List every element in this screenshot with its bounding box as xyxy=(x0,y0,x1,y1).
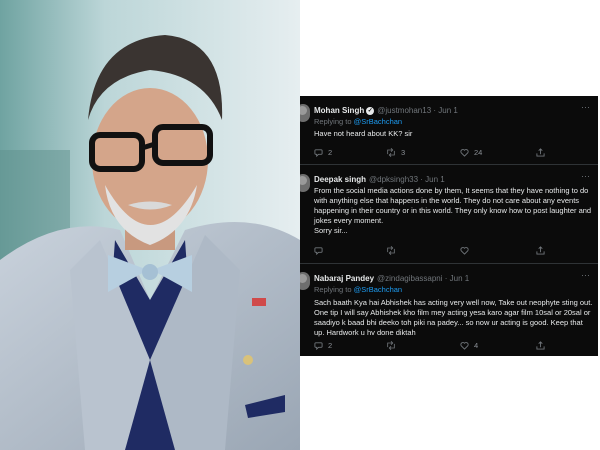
like-button[interactable]: 4 xyxy=(460,341,478,350)
more-icon[interactable]: ··· xyxy=(581,171,590,181)
mention-link[interactable]: @SrBachchan xyxy=(354,117,402,126)
retweet-button[interactable] xyxy=(386,246,401,255)
reply-icon xyxy=(314,149,323,157)
retweet-icon xyxy=(387,148,395,157)
reply-icon xyxy=(314,342,323,350)
twitter-replies-panel: Mohan Singh ✓ @justmohan13 · Jun 1 ··· Rep… xyxy=(300,96,598,356)
tweet-reply[interactable]: Deepak singh @dpksingh33 · Jun 1 ··· From… xyxy=(300,165,598,263)
share-button[interactable] xyxy=(536,148,545,157)
retweet-icon xyxy=(387,246,395,255)
tweet-reply[interactable]: Mohan Singh ✓ @justmohan13 · Jun 1 ··· Rep… xyxy=(300,96,598,164)
portrait-illustration xyxy=(0,0,300,450)
share-icon xyxy=(536,246,545,255)
share-icon xyxy=(536,148,545,157)
share-button[interactable] xyxy=(536,246,545,255)
author-handle: @justmohan13 · Jun 1 xyxy=(377,106,458,115)
tweet-actions xyxy=(314,246,574,256)
author-name[interactable]: Nabaraj Pandey xyxy=(314,274,374,283)
avatar[interactable] xyxy=(300,104,310,122)
portrait-photo xyxy=(0,0,300,450)
tweet-text: Have not heard about KK? sir xyxy=(314,129,413,138)
heart-icon xyxy=(460,247,469,255)
tweet-text-line2: Sorry sir... xyxy=(314,226,348,235)
tweet-author[interactable]: Deepak singh @dpksingh33 · Jun 1 xyxy=(314,175,445,184)
author-name[interactable]: Mohan Singh xyxy=(314,106,364,115)
like-button[interactable]: 24 xyxy=(460,148,482,157)
avatar[interactable] xyxy=(300,174,310,192)
avatar[interactable] xyxy=(300,272,310,290)
reply-count: 2 xyxy=(328,148,333,157)
heart-icon xyxy=(460,149,469,157)
retweet-icon xyxy=(387,341,395,350)
more-icon[interactable]: ··· xyxy=(581,102,590,112)
author-handle: @dpksingh33 · Jun 1 xyxy=(369,175,445,184)
verified-icon: ✓ xyxy=(366,106,375,115)
heart-icon xyxy=(460,342,469,350)
like-button[interactable] xyxy=(460,246,474,255)
retweet-button[interactable]: 3 xyxy=(386,148,405,157)
like-count: 24 xyxy=(474,148,483,157)
retweet-button[interactable] xyxy=(386,341,401,350)
tweet-author[interactable]: Nabaraj Pandey @zindagibassapni · Jun 1 xyxy=(314,274,469,283)
reply-count: 2 xyxy=(328,341,333,350)
tweet-author[interactable]: Mohan Singh ✓ @justmohan13 · Jun 1 xyxy=(314,106,458,115)
more-icon[interactable]: ··· xyxy=(581,270,590,280)
share-icon xyxy=(536,341,545,350)
tweet-actions: 2 4 xyxy=(314,341,574,351)
reply-icon xyxy=(314,247,323,255)
tweet-reply[interactable]: Nabaraj Pandey @zindagibassapni · Jun 1 ·… xyxy=(300,264,598,356)
replying-to-line: Replying to @SrBachchan xyxy=(314,285,402,294)
mention-link[interactable]: @SrBachchan xyxy=(354,285,402,294)
author-handle: @zindagibassapni · Jun 1 xyxy=(377,274,470,283)
reply-button[interactable] xyxy=(314,246,328,255)
reply-button[interactable]: 2 xyxy=(314,148,332,157)
like-count: 4 xyxy=(474,341,479,350)
tweet-text: Sach baath Kya hai Abhishek has acting v… xyxy=(314,298,593,337)
replying-to-line: Replying to @SrBachchan xyxy=(314,117,402,126)
share-button[interactable] xyxy=(536,341,545,350)
replying-prefix: Replying to xyxy=(314,285,354,294)
reply-button[interactable]: 2 xyxy=(314,341,332,350)
tweet-actions: 2 3 24 xyxy=(314,148,574,158)
replying-prefix: Replying to xyxy=(314,117,354,126)
retweet-count: 3 xyxy=(401,148,406,157)
author-name[interactable]: Deepak singh xyxy=(314,175,366,184)
tweet-text: From the social media actions done by th… xyxy=(314,186,592,225)
